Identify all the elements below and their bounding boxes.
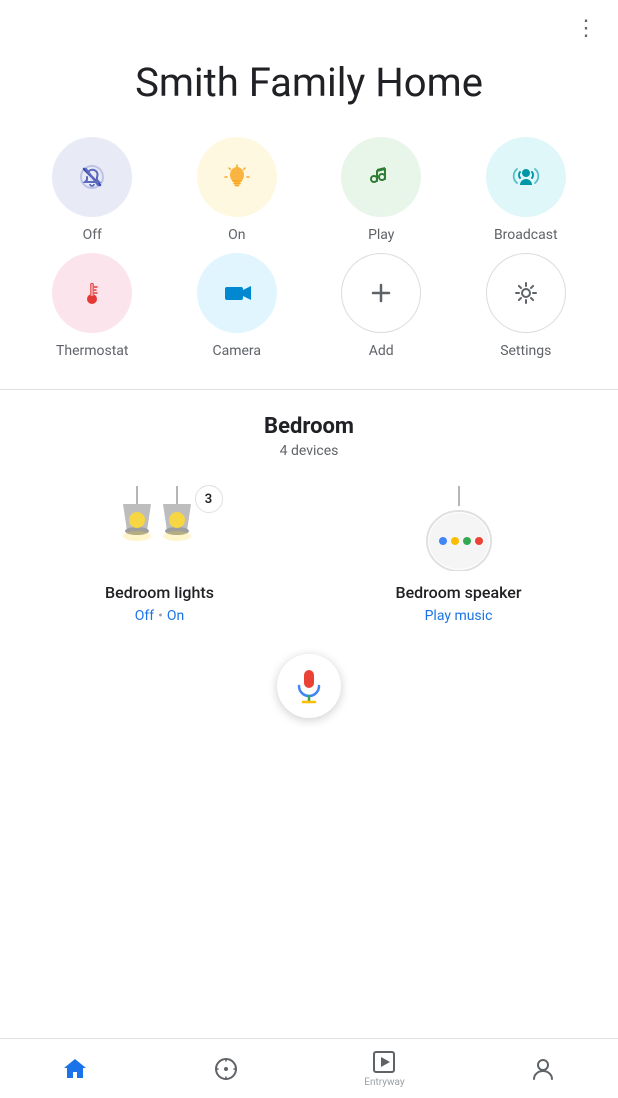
on-label: On bbox=[228, 227, 245, 243]
speaker-play-music: Play music bbox=[425, 608, 493, 624]
action-off[interactable]: Off bbox=[20, 137, 165, 243]
bottom-nav: Entryway bbox=[0, 1038, 618, 1098]
devices-row: 3 Bedroom lights Off•On bbox=[0, 459, 618, 624]
lights-illustration: 3 bbox=[95, 483, 225, 573]
mic-area bbox=[0, 624, 618, 734]
top-bar: ⋮ bbox=[0, 0, 618, 49]
bedroom-lights-card[interactable]: 3 Bedroom lights Off•On bbox=[20, 483, 299, 624]
lights-status-dot: • bbox=[158, 608, 163, 624]
home-title: Smith Family Home bbox=[0, 49, 618, 137]
bedroom-lights-name: Bedroom lights bbox=[105, 583, 214, 602]
lights-status-off: Off bbox=[135, 608, 154, 624]
lights-badge: 3 bbox=[195, 485, 223, 513]
add-circle bbox=[341, 253, 421, 333]
on-icon bbox=[219, 159, 255, 195]
bedroom-lights-status: Off•On bbox=[135, 608, 184, 624]
off-circle bbox=[52, 137, 132, 217]
action-add[interactable]: Add bbox=[309, 253, 454, 359]
settings-label: Settings bbox=[500, 343, 551, 359]
thermostat-circle bbox=[52, 253, 132, 333]
mic-button[interactable] bbox=[277, 654, 341, 718]
on-circle bbox=[197, 137, 277, 217]
action-play[interactable]: Play bbox=[309, 137, 454, 243]
add-icon bbox=[363, 275, 399, 311]
nav-entryway[interactable]: Entryway bbox=[352, 1043, 416, 1094]
play-label: Play bbox=[368, 227, 394, 243]
action-camera[interactable]: Camera bbox=[165, 253, 310, 359]
broadcast-icon bbox=[508, 159, 544, 195]
home-nav-icon bbox=[62, 1056, 88, 1082]
account-nav-icon bbox=[530, 1056, 556, 1082]
bedroom-speaker-name: Bedroom speaker bbox=[395, 583, 521, 602]
settings-icon bbox=[508, 275, 544, 311]
speaker-svg bbox=[409, 486, 509, 571]
nav-account[interactable] bbox=[518, 1050, 568, 1088]
lights-status-on: On bbox=[167, 608, 184, 624]
bedroom-speaker-card[interactable]: Bedroom speaker Play music bbox=[319, 483, 598, 624]
nav-home[interactable] bbox=[50, 1050, 100, 1088]
camera-icon bbox=[219, 275, 255, 311]
room-device-count: 4 devices bbox=[20, 443, 598, 459]
media-nav-icon bbox=[371, 1049, 397, 1075]
entryway-label: Entryway bbox=[364, 1077, 404, 1088]
broadcast-label: Broadcast bbox=[494, 227, 558, 243]
room-name: Bedroom bbox=[20, 414, 598, 439]
room-section: Bedroom 4 devices bbox=[0, 390, 618, 459]
play-icon bbox=[363, 159, 399, 195]
action-settings[interactable]: Settings bbox=[454, 253, 599, 359]
bedroom-speaker-action: Play music bbox=[425, 608, 493, 624]
more-options-icon[interactable]: ⋮ bbox=[575, 16, 598, 41]
play-circle bbox=[341, 137, 421, 217]
explore-nav-icon bbox=[213, 1056, 239, 1082]
camera-circle bbox=[197, 253, 277, 333]
broadcast-circle bbox=[486, 137, 566, 217]
settings-circle bbox=[486, 253, 566, 333]
speaker-illustration bbox=[399, 483, 519, 573]
action-on[interactable]: On bbox=[165, 137, 310, 243]
quick-actions-grid: Off On Play bbox=[0, 137, 618, 369]
off-icon bbox=[74, 159, 110, 195]
action-broadcast[interactable]: Broadcast bbox=[454, 137, 599, 243]
camera-label: Camera bbox=[212, 343, 261, 359]
thermostat-label: Thermostat bbox=[56, 343, 129, 359]
off-label: Off bbox=[83, 227, 102, 243]
add-label: Add bbox=[369, 343, 394, 359]
action-thermostat[interactable]: Thermostat bbox=[20, 253, 165, 359]
thermostat-icon bbox=[74, 275, 110, 311]
nav-explore[interactable] bbox=[201, 1050, 251, 1088]
mic-icon bbox=[294, 668, 324, 704]
